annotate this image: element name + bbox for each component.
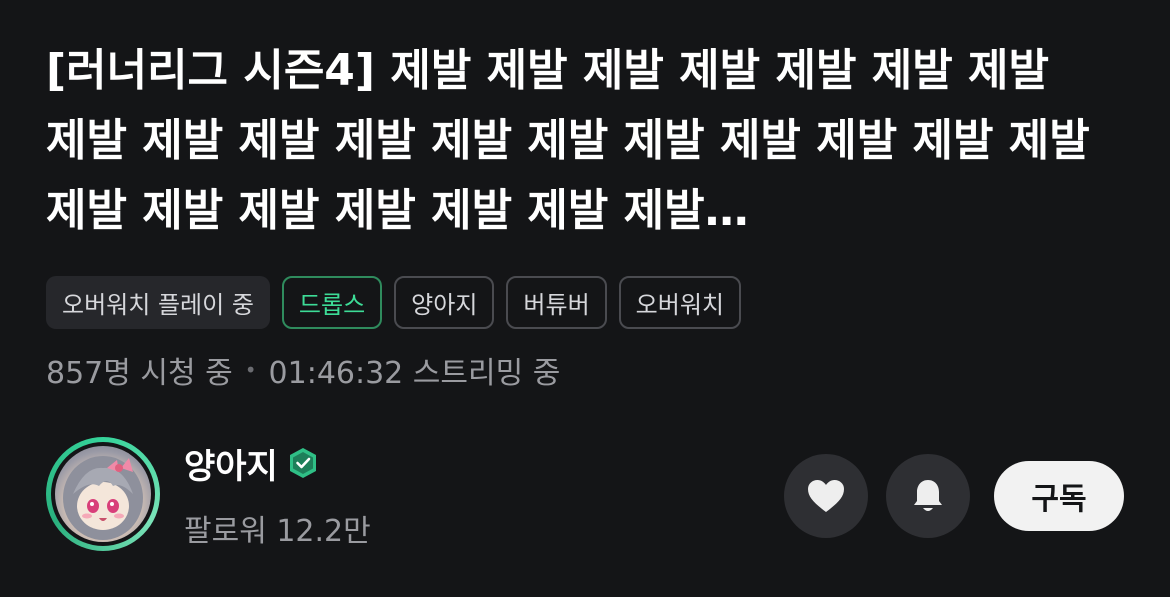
stream-stats: 857명 시청 중 • 01:46:32 스트리밍 중 [46,348,560,392]
tag-vtuber[interactable]: 버튜버 [506,276,607,329]
subscribe-button[interactable]: 구독 [994,461,1124,531]
stream-info-panel: [러너리그 시즌4] 제발 제발 제발 제발 제발 제발 제발 제발 제발 제발… [0,0,1170,597]
tag-yangaji[interactable]: 양아지 [394,276,495,329]
verified-badge-icon [289,448,316,478]
tag-list: 오버워치 플레이 중 드롭스 양아지 버튜버 오버워치 [46,276,741,329]
channel-info: 양아지 팔로워 12.2만 [46,437,371,551]
avatar-image [55,446,151,542]
stream-duration: 01:46:32 스트리밍 중 [268,356,561,391]
stats-separator: • [244,358,257,382]
viewer-count: 857명 시청 중 [46,356,233,391]
stream-title: [러너리그 시즌4] 제발 제발 제발 제발 제발 제발 제발 제발 제발 제발… [46,45,1090,236]
tag-drops[interactable]: 드롭스 [281,276,383,329]
avatar[interactable] [46,437,160,551]
notification-button[interactable] [886,454,970,538]
channel-name[interactable]: 양아지 [184,439,278,488]
tag-category[interactable]: 오버워치 플레이 중 [46,276,270,329]
bell-icon [914,480,942,511]
follower-count: 팔로워 12.2만 [184,513,371,549]
avatar-illustration [63,456,143,540]
like-button[interactable] [784,454,868,538]
heart-icon [808,480,844,512]
channel-actions: 구독 [784,454,1124,538]
tag-overwatch[interactable]: 오버워치 [618,276,741,329]
